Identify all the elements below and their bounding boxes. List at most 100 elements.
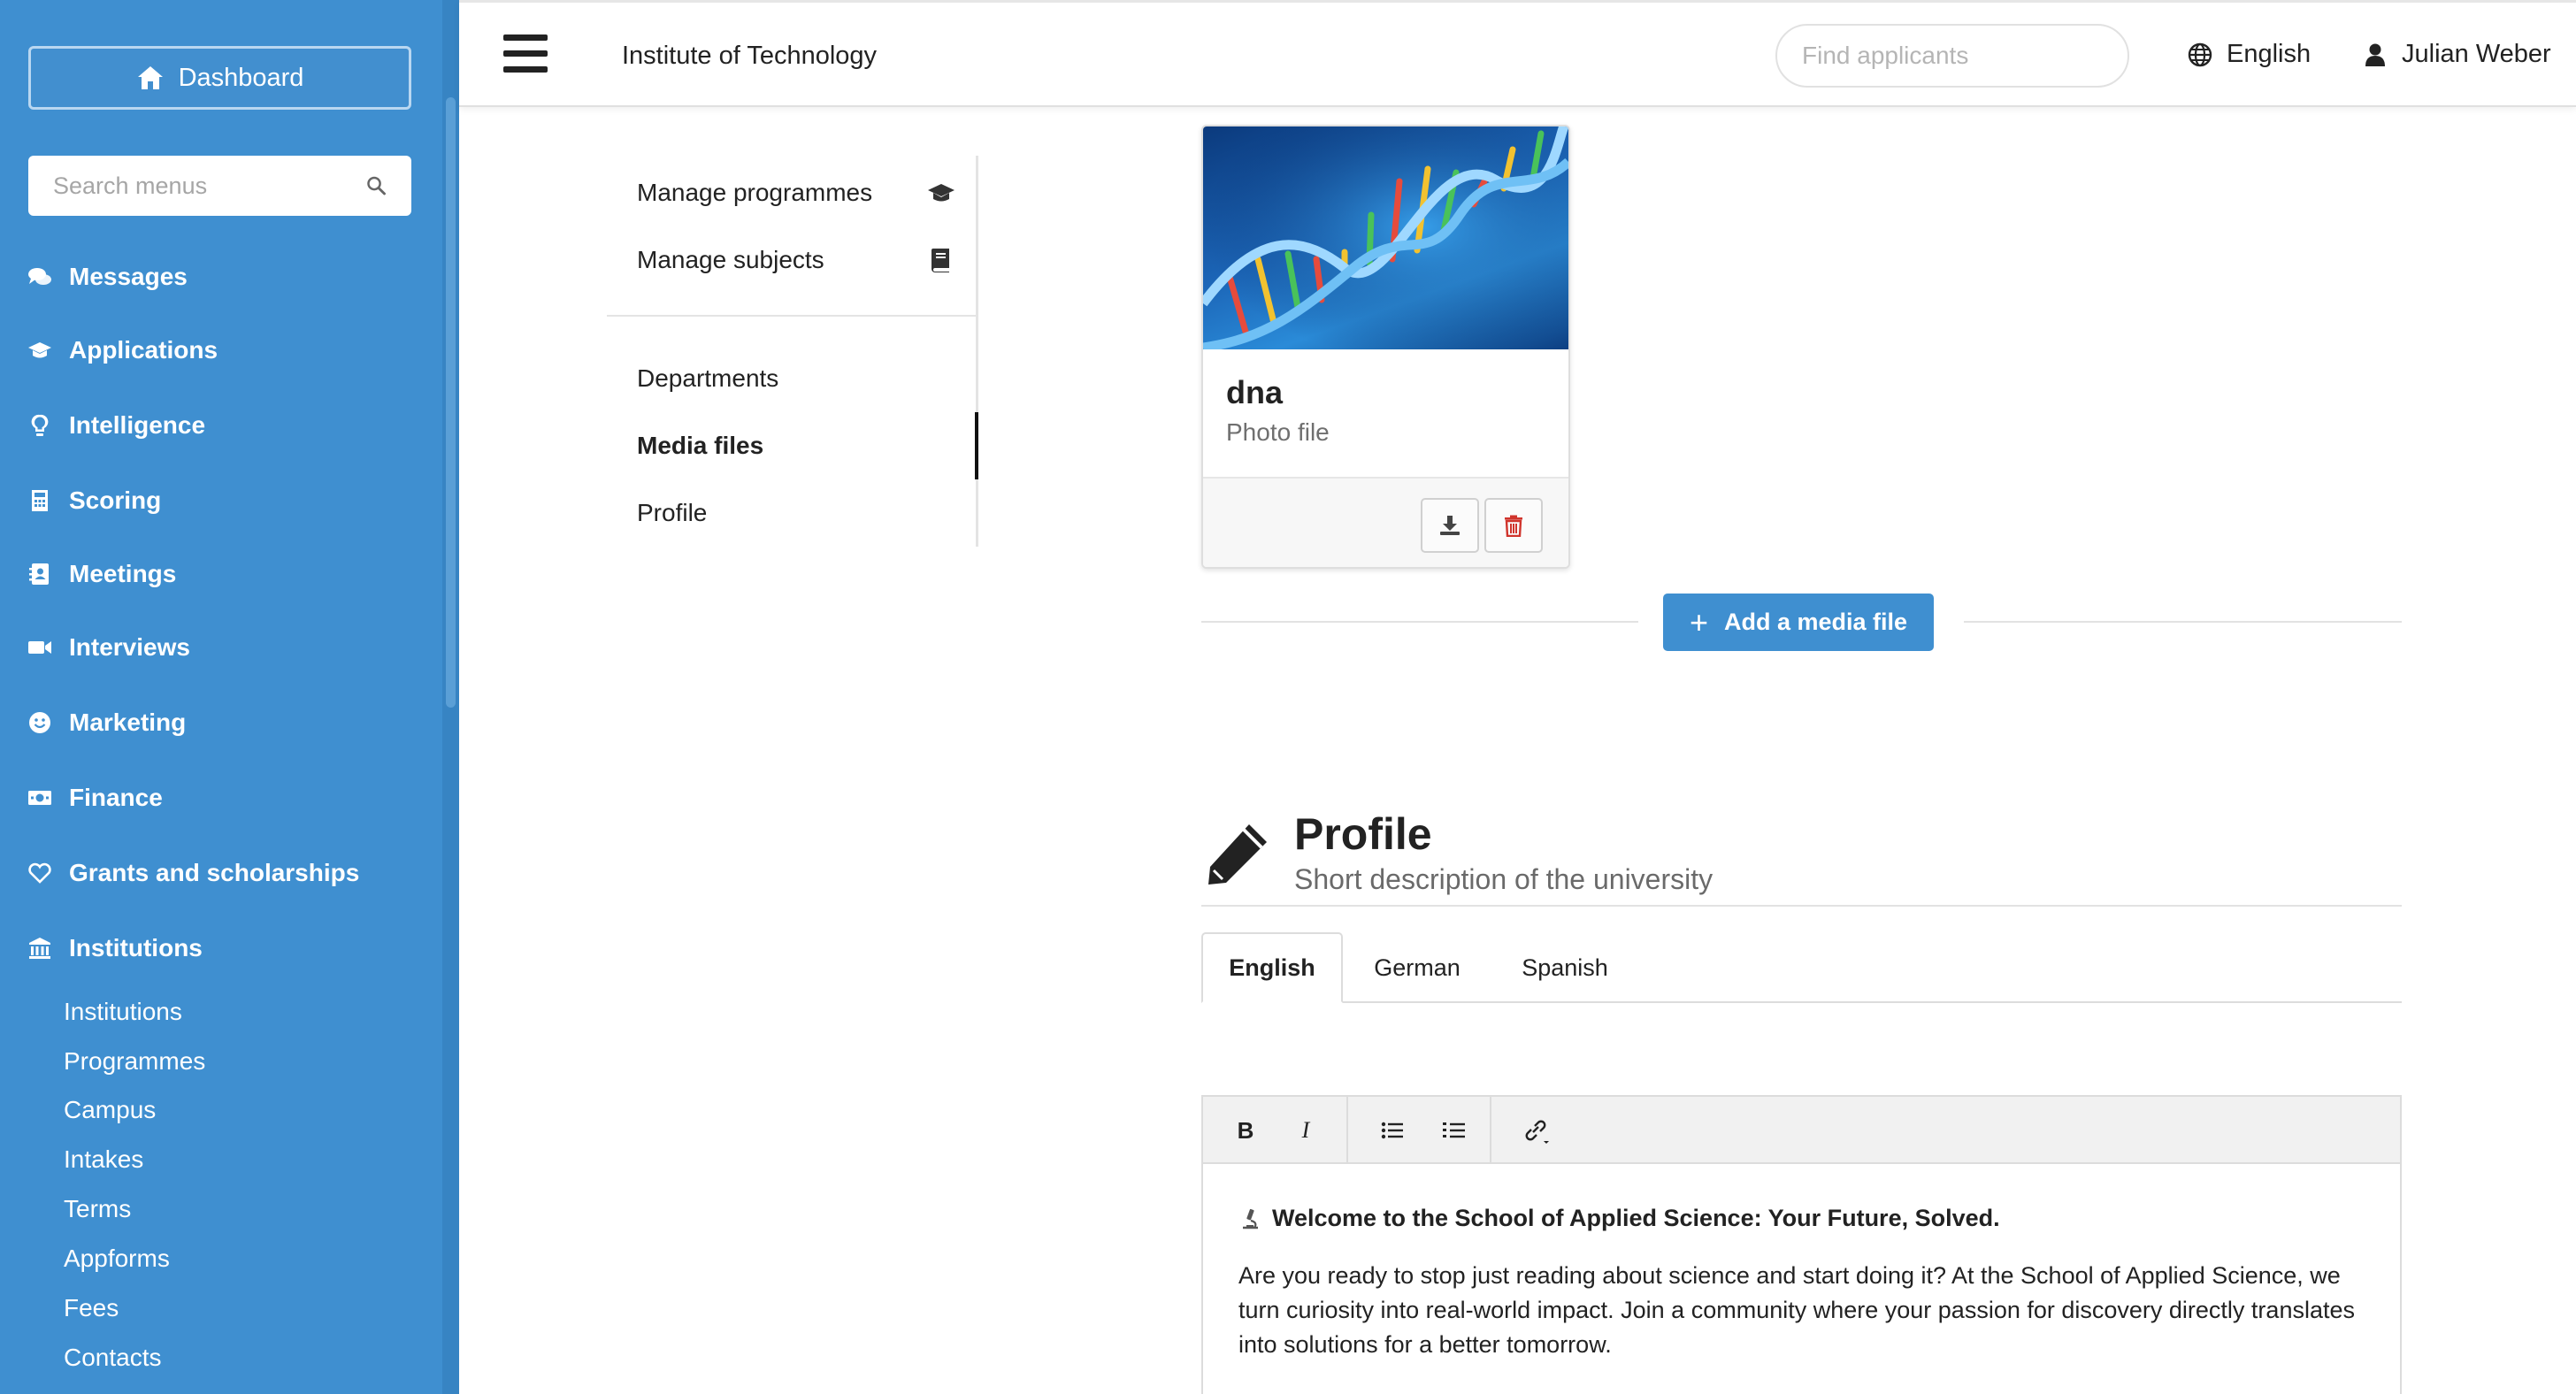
search-icon[interactable] [366, 173, 387, 198]
language-selector[interactable]: English [2188, 40, 2311, 69]
pencil-icon [1208, 824, 1267, 885]
bullet-list-button[interactable] [1373, 1111, 1412, 1150]
applicant-search-input[interactable] [1802, 42, 2121, 70]
trash-icon [1505, 515, 1522, 537]
graduation-cap-icon [27, 337, 53, 364]
profile-section-title: Profile [1294, 809, 1432, 859]
media-file-name: dna [1226, 374, 1284, 410]
link-button[interactable] [1516, 1111, 1555, 1150]
tab-spanish[interactable]: Spanish [1500, 932, 1629, 1003]
sidebar-item-label: Institutions [69, 934, 203, 961]
home-icon [137, 66, 163, 89]
comments-icon [27, 264, 53, 290]
video-icon [27, 634, 53, 661]
sidebar-subitem-appforms[interactable]: Appforms [64, 1239, 170, 1278]
sidebar-item-applications[interactable]: Applications [27, 328, 218, 372]
download-icon [1440, 516, 1460, 535]
subnav-item-media-files[interactable]: Media files [637, 421, 955, 471]
sidebar-item-meetings[interactable]: Meetings [27, 552, 176, 596]
hamburger-menu-icon[interactable] [503, 34, 548, 73]
add-media-file-label: Add a media file [1723, 609, 1908, 635]
tab-english[interactable]: English [1201, 932, 1343, 1003]
smile-icon [27, 709, 53, 736]
sidebar: Dashboard Messages Applications Intellig… [0, 0, 459, 1394]
add-media-file-button[interactable]: + Add a media file [1663, 594, 1934, 651]
editor-toolbar: B I [1203, 1097, 2400, 1164]
tab-german[interactable]: German [1357, 932, 1477, 1003]
subnav-divider [607, 315, 978, 317]
sidebar-subitem-institutions[interactable]: Institutions [64, 992, 182, 1031]
link-icon [1525, 1120, 1549, 1144]
editor-heading-line: Welcome to the School of Applied Science… [1238, 1201, 2365, 1236]
sidebar-item-label: Grants and scholarships [69, 859, 360, 886]
money-icon [27, 785, 53, 811]
sidebar-scroll-thumb[interactable] [446, 97, 456, 708]
editor-paragraph: Are you ready to stop just reading about… [1238, 1262, 2355, 1358]
sidebar-item-messages[interactable]: Messages [27, 255, 188, 299]
subnav-item-departments[interactable]: Departments [637, 354, 955, 403]
download-button[interactable] [1421, 498, 1479, 553]
page-title: Institute of Technology [622, 42, 878, 70]
subnav-active-indicator [975, 412, 978, 479]
globe-icon [2188, 42, 2212, 66]
top-header: Institute of Technology English Julian W… [459, 0, 2576, 107]
media-file-card: dna Photo file [1201, 125, 1570, 569]
subnav-item-manage-subjects[interactable]: Manage subjects [637, 235, 955, 285]
sidebar-item-label: Applications [69, 336, 218, 364]
sidebar-subitem-campus[interactable]: Campus [64, 1091, 156, 1130]
menu-search [28, 156, 411, 216]
subnav-item-manage-programmes[interactable]: Manage programmes [637, 168, 955, 218]
editor-content[interactable]: Welcome to the School of Applied Science… [1203, 1164, 2400, 1362]
italic-button[interactable]: I [1286, 1111, 1325, 1150]
settings-subnav: Manage programmes Manage subjects Depart… [607, 156, 978, 547]
language-label: English [2227, 40, 2312, 68]
media-card-actions [1203, 477, 1568, 567]
sidebar-subitem-programmes[interactable]: Programmes [64, 1042, 205, 1081]
sidebar-item-finance[interactable]: Finance [27, 776, 163, 820]
editor-heading: Welcome to the School of Applied Science… [1272, 1205, 2000, 1231]
dashboard-button-label: Dashboard [178, 63, 304, 92]
subnav-item-profile[interactable]: Profile [637, 488, 955, 538]
sidebar-subitem-terms[interactable]: Terms [64, 1190, 131, 1229]
sidebar-item-marketing[interactable]: Marketing [27, 701, 186, 745]
sidebar-subitem-intakes[interactable]: Intakes [64, 1140, 143, 1179]
sidebar-item-interviews[interactable]: Interviews [27, 625, 190, 670]
plus-icon: + [1689, 603, 1708, 640]
graduation-cap-icon [928, 184, 954, 202]
bold-button[interactable]: B [1226, 1111, 1265, 1150]
sidebar-subitem-fees[interactable]: Fees [64, 1289, 119, 1328]
subnav-item-label: Departments [637, 364, 779, 392]
sidebar-item-grants[interactable]: Grants and scholarships [27, 851, 359, 895]
delete-button[interactable] [1484, 498, 1543, 553]
sidebar-item-label: Meetings [69, 560, 177, 587]
toolbar-separator [1346, 1097, 1348, 1164]
heart-icon [27, 860, 53, 886]
sidebar-item-intelligence[interactable]: Intelligence [27, 403, 205, 448]
user-icon [2365, 43, 2385, 66]
sidebar-item-label: Interviews [69, 633, 190, 661]
sidebar-subitem-contacts[interactable]: Contacts [64, 1338, 162, 1377]
dna-helix-image [1203, 126, 1568, 349]
bank-icon [27, 935, 53, 961]
media-thumbnail[interactable] [1203, 126, 1568, 349]
sidebar-item-institutions[interactable]: Institutions [27, 926, 203, 970]
subnav-item-label: Media files [637, 432, 764, 459]
divider-left [1201, 621, 1638, 623]
sidebar-item-label: Messages [69, 263, 188, 290]
user-menu[interactable]: Julian Weber [2363, 40, 2551, 69]
book-icon [932, 249, 949, 272]
applicant-search [1775, 24, 2129, 88]
microscope-icon [1243, 1208, 1258, 1229]
rich-text-editor: B I Welcome to the School of Applied Sci… [1201, 1095, 2402, 1394]
sidebar-item-label: Finance [69, 784, 163, 811]
calculator-icon [27, 487, 53, 514]
dashboard-button[interactable]: Dashboard [28, 46, 411, 110]
sidebar-item-label: Scoring [69, 486, 162, 514]
user-name: Julian Weber [2402, 40, 2551, 68]
numbered-list-icon [1443, 1122, 1465, 1138]
menu-search-input[interactable] [53, 172, 366, 200]
lightbulb-icon [27, 412, 53, 439]
sidebar-item-label: Marketing [69, 708, 187, 736]
numbered-list-button[interactable] [1435, 1111, 1474, 1150]
sidebar-item-scoring[interactable]: Scoring [27, 479, 161, 523]
